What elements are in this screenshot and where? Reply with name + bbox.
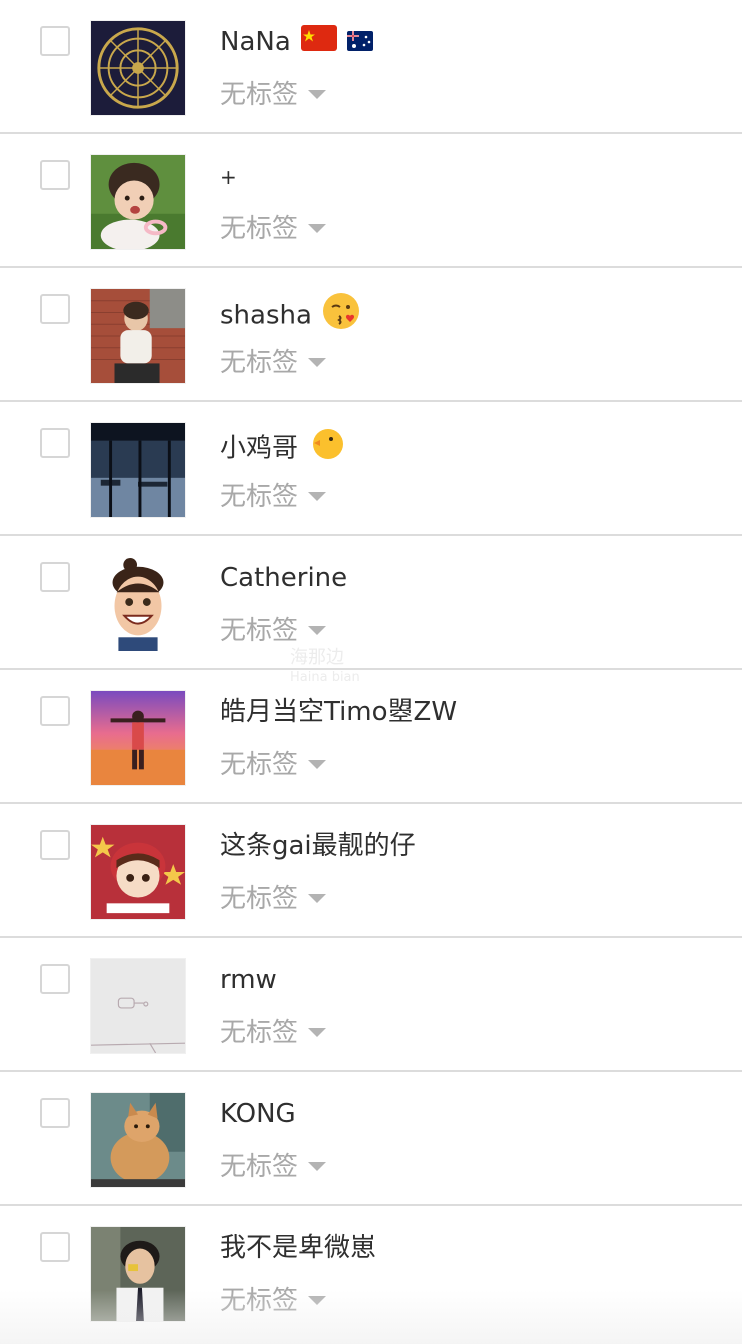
contact-row[interactable]: 皓月当空Timo曌ZW 无标签	[0, 670, 742, 804]
contact-name: Catherine	[220, 563, 348, 593]
tag-label: 无标签	[220, 883, 299, 914]
tag-label: 无标签	[220, 615, 299, 646]
contact-list: NaNa 无标签 + 无标签 shasha 无标签 小鸡哥 无标签 Cather…	[0, 0, 742, 1344]
contact-row[interactable]: KONG 无标签	[0, 1072, 742, 1206]
tag-label: 无标签	[220, 481, 299, 512]
tag-dropdown[interactable]: 无标签	[220, 340, 327, 380]
caret-down-icon	[308, 89, 327, 99]
avatar[interactable]	[90, 1092, 186, 1188]
caret-down-icon	[308, 223, 327, 233]
select-checkbox[interactable]	[40, 1232, 70, 1262]
caret-down-icon	[308, 1295, 327, 1305]
avatar[interactable]	[90, 690, 186, 786]
contact-row[interactable]: Catherine 无标签	[0, 536, 742, 670]
contact-name: rmw	[220, 965, 277, 995]
contact-name: KONG	[220, 1099, 296, 1129]
avatar[interactable]	[90, 958, 186, 1054]
contact-row[interactable]: + 无标签	[0, 134, 742, 268]
contact-name: 皓月当空Timo曌ZW	[220, 697, 458, 727]
tag-dropdown[interactable]: 无标签	[220, 742, 327, 782]
tag-label: 无标签	[220, 79, 299, 110]
tag-label: 无标签	[220, 749, 299, 780]
contact-name: 我不是卑微崽	[220, 1233, 377, 1263]
select-checkbox[interactable]	[40, 160, 70, 190]
contact-row[interactable]: rmw 无标签	[0, 938, 742, 1072]
select-checkbox[interactable]	[40, 26, 70, 56]
chick-emoji-icon	[308, 426, 344, 472]
avatar[interactable]	[90, 824, 186, 920]
select-checkbox[interactable]	[40, 696, 70, 726]
select-checkbox[interactable]	[40, 294, 70, 324]
tag-dropdown[interactable]: 无标签	[220, 1144, 327, 1184]
contact-row[interactable]: NaNa 无标签	[0, 0, 742, 134]
select-checkbox[interactable]	[40, 562, 70, 592]
contact-name: +	[220, 165, 237, 189]
caret-down-icon	[308, 357, 327, 367]
caret-down-icon	[308, 893, 327, 903]
tag-dropdown[interactable]: 无标签	[220, 1010, 327, 1050]
contact-name: shasha	[220, 292, 360, 340]
caret-down-icon	[308, 759, 327, 769]
select-checkbox[interactable]	[40, 1098, 70, 1128]
caret-down-icon	[308, 1161, 327, 1171]
caret-down-icon	[308, 1027, 327, 1037]
contact-row[interactable]: shasha 无标签	[0, 268, 742, 402]
caret-down-icon	[308, 625, 327, 635]
caret-down-icon	[308, 491, 327, 501]
tag-dropdown[interactable]: 无标签	[220, 206, 327, 246]
tag-label: 无标签	[220, 1285, 299, 1316]
select-checkbox[interactable]	[40, 964, 70, 994]
contact-name: NaNa	[220, 24, 374, 61]
tag-label: 无标签	[220, 1017, 299, 1048]
contact-name: 这条gai最靓的仔	[220, 831, 416, 861]
avatar[interactable]	[90, 1226, 186, 1322]
contact-row[interactable]: 小鸡哥 无标签	[0, 402, 742, 536]
tag-dropdown[interactable]: 无标签	[220, 608, 327, 648]
avatar[interactable]	[90, 20, 186, 116]
tag-dropdown[interactable]: 无标签	[220, 1278, 327, 1318]
australia-flag-icon	[347, 25, 374, 61]
tag-label: 无标签	[220, 213, 299, 244]
select-checkbox[interactable]	[40, 830, 70, 860]
avatar[interactable]	[90, 422, 186, 518]
contact-name: 小鸡哥	[220, 426, 344, 472]
china-flag-icon	[301, 24, 338, 61]
kissing-face-emoji-icon	[322, 292, 360, 340]
tag-label: 无标签	[220, 347, 299, 378]
contact-row[interactable]: 这条gai最靓的仔 无标签	[0, 804, 742, 938]
contact-row[interactable]: 我不是卑微崽 无标签	[0, 1206, 742, 1340]
avatar[interactable]	[90, 288, 186, 384]
select-checkbox[interactable]	[40, 428, 70, 458]
tag-dropdown[interactable]: 无标签	[220, 876, 327, 916]
avatar[interactable]	[90, 556, 186, 652]
tag-label: 无标签	[220, 1151, 299, 1182]
tag-dropdown[interactable]: 无标签	[220, 72, 327, 112]
avatar[interactable]	[90, 154, 186, 250]
tag-dropdown[interactable]: 无标签	[220, 474, 327, 514]
